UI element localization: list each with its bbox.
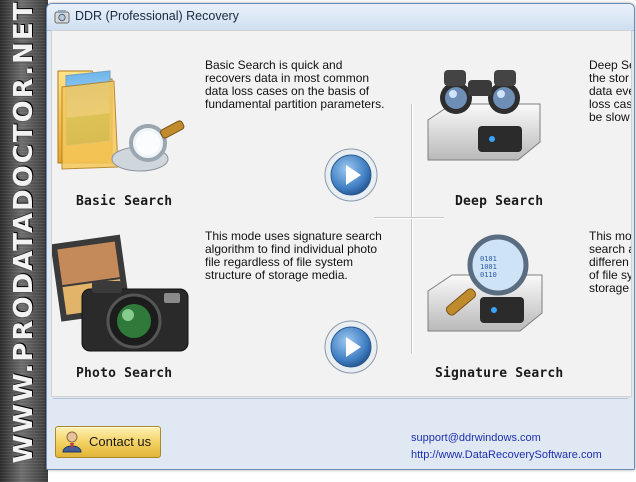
horizontal-divider bbox=[374, 217, 444, 218]
window-title: DDR (Professional) Recovery bbox=[75, 9, 239, 23]
svg-text:1001: 1001 bbox=[480, 263, 497, 271]
person-icon bbox=[62, 431, 82, 453]
photo-search-label: Photo Search bbox=[76, 366, 173, 381]
binoculars-drive-icon bbox=[427, 70, 541, 161]
basic-search-play-button[interactable] bbox=[324, 148, 378, 202]
contact-us-button[interactable]: Contact us bbox=[55, 426, 161, 458]
signature-search-label: Signature Search bbox=[435, 366, 564, 381]
deep-search-label: Deep Search bbox=[455, 194, 544, 209]
signature-search-description: This mo search a differen of file sy sto… bbox=[589, 230, 631, 295]
app-icon bbox=[54, 10, 70, 24]
photo-search-description: This mode uses signature search algorith… bbox=[205, 229, 382, 282]
basic-search-label: Basic Search bbox=[76, 194, 173, 209]
photo-search-play-button[interactable] bbox=[324, 320, 378, 374]
contact-us-label: Contact us bbox=[89, 434, 152, 449]
folder-magnifier-icon bbox=[57, 70, 185, 172]
footer-divider bbox=[53, 398, 628, 399]
main-panel: Basic Search is quick and recovers data … bbox=[51, 30, 632, 397]
svg-text:0101: 0101 bbox=[480, 255, 497, 263]
side-banner: WWW.PRODATADOCTOR.NET bbox=[0, 0, 48, 482]
svg-text:0110: 0110 bbox=[480, 271, 497, 279]
footer: Contact us support@ddrwindows.com http:/… bbox=[47, 398, 634, 469]
app-window: DDR (Professional) Recovery Basic Search bbox=[46, 3, 635, 470]
website-link[interactable]: http://www.DataRecoverySoftware.com bbox=[411, 449, 602, 461]
basic-search-description: Basic Search is quick and recovers data … bbox=[205, 58, 385, 111]
deep-search-description: Deep Se the stor data eve loss cas be sl… bbox=[589, 59, 631, 124]
banner-text: WWW.PRODATADOCTOR.NET bbox=[9, 0, 39, 464]
magnifier-drive-icon: 0101 1001 0110 bbox=[427, 234, 543, 332]
support-email-link[interactable]: support@ddrwindows.com bbox=[411, 432, 541, 444]
title-bar[interactable]: DDR (Professional) Recovery bbox=[47, 4, 634, 31]
camera-photos-icon bbox=[52, 234, 189, 352]
vertical-divider bbox=[411, 104, 412, 354]
